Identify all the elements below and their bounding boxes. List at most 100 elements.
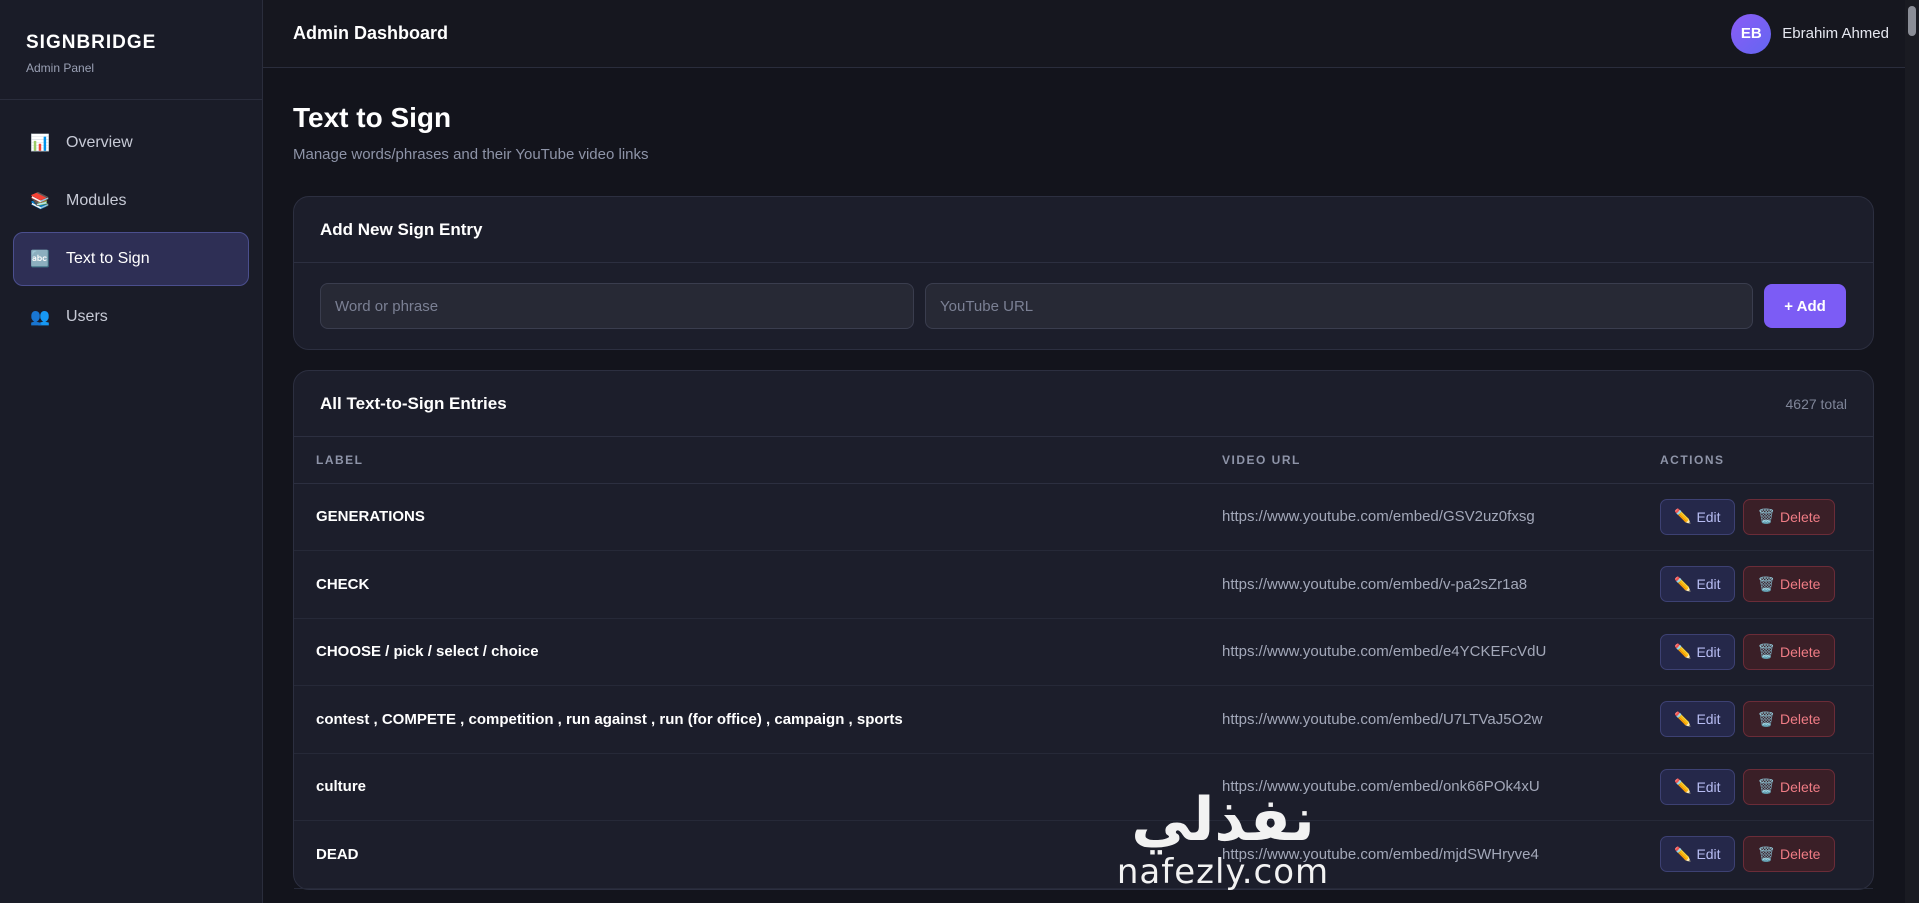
books-icon: 📚: [30, 193, 50, 210]
action-group: ✏️ Edit 🗑️ Delete: [1660, 768, 1873, 805]
edit-button[interactable]: ✏️ Edit: [1660, 701, 1735, 738]
entries-title: All Text-to-Sign Entries: [320, 393, 507, 413]
entry-video-url: https://www.youtube.com/embed/U7LTVaJ5O2…: [1222, 710, 1543, 728]
sidebar-item-overview[interactable]: 📊 Overview: [13, 116, 249, 170]
action-group: ✏️ Edit 🗑️ Delete: [1660, 701, 1873, 738]
sidebar-nav: 📊 Overview 📚 Modules 🔤 Text to Sign 👥 Us…: [0, 100, 262, 364]
action-group: ✏️ Edit 🗑️ Delete: [1660, 633, 1873, 670]
sidebar-item-label: Users: [66, 308, 108, 325]
entry-actions: ✏️ Edit 🗑️ Delete: [1638, 753, 1873, 821]
pencil-icon: ✏️: [1674, 643, 1692, 660]
edit-label: Edit: [1696, 643, 1721, 660]
pencil-icon: ✏️: [1674, 710, 1692, 727]
trash-icon: 🗑️: [1757, 508, 1775, 525]
sidebar-item-label: Text to Sign: [66, 250, 150, 267]
users-icon: 👥: [30, 309, 50, 326]
column-header-video-url: VIDEO URL: [1222, 452, 1301, 467]
entry-label: contest , COMPETE , competition , run ag…: [316, 710, 903, 728]
delete-button[interactable]: 🗑️ Delete: [1742, 633, 1836, 670]
entry-actions: ✏️ Edit 🗑️ Delete: [1638, 618, 1873, 686]
sidebar-item-label: Overview: [66, 134, 133, 151]
delete-button[interactable]: 🗑️ Delete: [1742, 701, 1836, 738]
edit-label: Edit: [1696, 711, 1721, 728]
table-row: CHOOSE / pick / select / choice https://…: [294, 618, 1873, 686]
entry-video-url: https://www.youtube.com/embed/e4YCKEFcVd…: [1222, 643, 1547, 661]
delete-label: Delete: [1780, 711, 1821, 728]
pencil-icon: ✏️: [1674, 778, 1692, 795]
trash-icon: 🗑️: [1757, 778, 1775, 795]
action-group: ✏️ Edit 🗑️ Delete: [1660, 836, 1873, 873]
entry-actions: ✏️ Edit 🗑️ Delete: [1638, 821, 1873, 889]
app-root: SIGNBRIDGE Admin Panel 📊 Overview 📚 Modu…: [0, 0, 1919, 903]
pencil-icon: ✏️: [1674, 508, 1692, 525]
page-title: Text to Sign: [293, 102, 452, 133]
page-scrollbar[interactable]: [1905, 0, 1919, 903]
entry-label: GENERATIONS: [316, 508, 425, 526]
entry-video-url: https://www.youtube.com/embed/v-pa2sZr1a…: [1222, 575, 1528, 593]
entry-video-url: https://www.youtube.com/embed/mjdSWHryve…: [1222, 845, 1539, 863]
table-header-row: LABEL VIDEO URL ACTIONS: [294, 437, 1873, 483]
trash-icon: 🗑️: [1757, 845, 1775, 862]
action-group: ✏️ Edit 🗑️ Delete: [1660, 498, 1873, 535]
scrollbar-thumb[interactable]: [1908, 6, 1916, 36]
delete-label: Delete: [1780, 643, 1821, 660]
delete-button[interactable]: 🗑️ Delete: [1742, 836, 1836, 873]
add-entry-title: Add New Sign Entry: [320, 219, 483, 239]
entry-video-url: https://www.youtube.com/embed/onk66POk4x…: [1222, 778, 1540, 796]
page-content: Text to Sign Manage words/phrases and th…: [263, 68, 1919, 890]
page-subtitle: Manage words/phrases and their YouTube v…: [293, 146, 649, 163]
delete-label: Delete: [1780, 576, 1821, 593]
pencil-icon: ✏️: [1674, 845, 1692, 862]
edit-label: Edit: [1696, 576, 1721, 593]
delete-label: Delete: [1780, 846, 1821, 863]
sidebar-item-modules[interactable]: 📚 Modules: [13, 174, 249, 228]
avatar: EB: [1731, 13, 1772, 54]
trash-icon: 🗑️: [1757, 643, 1775, 660]
pencil-icon: ✏️: [1674, 575, 1692, 592]
delete-button[interactable]: 🗑️ Delete: [1742, 498, 1836, 535]
delete-label: Delete: [1780, 508, 1821, 525]
brand-title: SIGNBRIDGE: [26, 32, 157, 53]
entry-actions: ✏️ Edit 🗑️ Delete: [1638, 551, 1873, 619]
abc-icon: 🔤: [30, 251, 50, 268]
delete-button[interactable]: 🗑️ Delete: [1742, 768, 1836, 805]
add-entry-header: Add New Sign Entry: [294, 197, 1873, 263]
add-entry-card: Add New Sign Entry + Add: [293, 196, 1874, 350]
table-body: GENERATIONS https://www.youtube.com/embe…: [294, 483, 1873, 888]
delete-label: Delete: [1780, 778, 1821, 795]
entry-label: culture: [316, 778, 367, 796]
table-row: GENERATIONS https://www.youtube.com/embe…: [294, 483, 1873, 551]
word-input[interactable]: [320, 283, 914, 329]
top-bar: Admin Dashboard EB Ebrahim Ahmed: [263, 0, 1919, 68]
edit-label: Edit: [1696, 508, 1721, 525]
brand-subtitle: Admin Panel: [26, 61, 95, 75]
entries-table: LABEL VIDEO URL ACTIONS GENERATIONS http…: [294, 437, 1873, 889]
edit-button[interactable]: ✏️ Edit: [1660, 498, 1735, 535]
add-button[interactable]: + Add: [1764, 284, 1846, 328]
entry-label: CHECK: [316, 575, 370, 593]
table-row: culture https://www.youtube.com/embed/on…: [294, 753, 1873, 821]
edit-button[interactable]: ✏️ Edit: [1660, 836, 1735, 873]
column-header-actions: ACTIONS: [1660, 452, 1725, 467]
entries-total: 4627 total: [1785, 395, 1848, 412]
edit-button[interactable]: ✏️ Edit: [1660, 566, 1735, 603]
sidebar: SIGNBRIDGE Admin Panel 📊 Overview 📚 Modu…: [0, 0, 263, 903]
sidebar-item-label: Modules: [66, 192, 127, 209]
edit-label: Edit: [1696, 846, 1721, 863]
sidebar-item-users[interactable]: 👥 Users: [13, 290, 249, 344]
edit-button[interactable]: ✏️ Edit: [1660, 768, 1735, 805]
entries-header: All Text-to-Sign Entries 4627 total: [294, 371, 1873, 437]
entry-video-url: https://www.youtube.com/embed/GSV2uz0fxs…: [1222, 508, 1535, 526]
trash-icon: 🗑️: [1757, 710, 1775, 727]
edit-label: Edit: [1696, 778, 1721, 795]
main-area: Admin Dashboard EB Ebrahim Ahmed Text to…: [263, 0, 1919, 903]
entry-label: DEAD: [316, 845, 359, 863]
entry-actions: ✏️ Edit 🗑️ Delete: [1638, 483, 1873, 551]
chart-icon: 📊: [30, 135, 50, 152]
user-menu[interactable]: EB Ebrahim Ahmed: [1731, 13, 1889, 54]
delete-button[interactable]: 🗑️ Delete: [1742, 566, 1836, 603]
youtube-url-input[interactable]: [925, 283, 1753, 329]
edit-button[interactable]: ✏️ Edit: [1660, 633, 1735, 670]
entry-actions: ✏️ Edit 🗑️ Delete: [1638, 686, 1873, 754]
sidebar-item-text-to-sign[interactable]: 🔤 Text to Sign: [13, 232, 249, 286]
